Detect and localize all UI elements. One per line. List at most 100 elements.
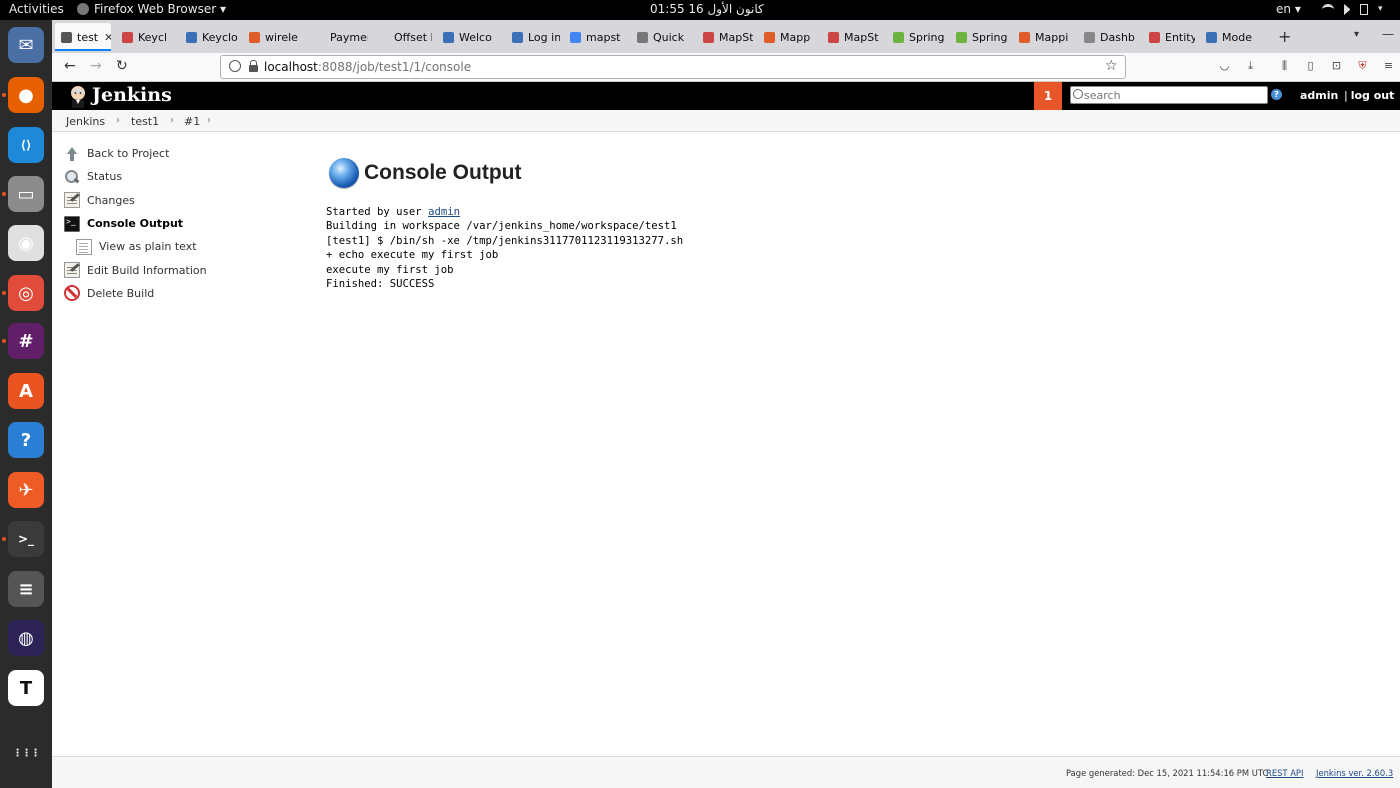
breadcrumb-test1[interactable]: test1 (131, 115, 159, 128)
downloads-icon[interactable]: ⤓ (1244, 59, 1257, 72)
browser-tab[interactable]: Payment (308, 23, 368, 51)
started-by-user-link[interactable]: admin (428, 206, 460, 218)
browser-tab[interactable]: Spring (887, 23, 945, 51)
document-icon (76, 238, 92, 255)
tab-label: MapSt (719, 30, 753, 44)
rest-api-link[interactable]: REST API (1266, 768, 1303, 778)
close-tab-icon[interactable]: ✕ (104, 31, 111, 44)
browser-tab[interactable]: MapSt (697, 23, 753, 51)
show-apps-launcher-icon[interactable]: ⋮⋮⋮ (8, 735, 44, 771)
chrome-launcher-icon[interactable]: ◎ (8, 275, 44, 311)
side-task-edit-build-information[interactable]: Edit Build Information (64, 258, 304, 281)
notification-badge[interactable]: 1 (1034, 82, 1062, 110)
site-info-icon[interactable] (229, 60, 241, 72)
clock[interactable]: كانون الأول 16 01:55 (650, 2, 764, 16)
help-launcher-icon[interactable]: ? (8, 422, 44, 458)
running-indicator (2, 339, 6, 343)
browser-tab[interactable]: Keyclo (180, 23, 240, 51)
browser-tab[interactable]: Entity (1143, 23, 1195, 51)
eclipse-launcher-icon[interactable]: ◍ (8, 620, 44, 656)
slack-launcher-icon[interactable]: # (8, 323, 44, 359)
back-arrow-icon[interactable]: ← (64, 58, 76, 74)
terminal-launcher-icon[interactable]: >_ (8, 521, 44, 557)
browser-tab[interactable]: Welco (437, 23, 501, 51)
breadcrumb-jenkins[interactable]: Jenkins (66, 115, 105, 128)
browser-tab[interactable]: Mode (1200, 23, 1262, 51)
browser-tab-strip: + ▾ — ✕ test ✕ Keycl Keyclo wirele Payment Off… (52, 20, 1400, 53)
breadcrumb-separator-icon[interactable]: › (207, 115, 211, 126)
browser-tab[interactable]: Spring (950, 23, 1008, 51)
search-input[interactable] (1084, 88, 1264, 102)
library-icon[interactable]: ⫼ (1278, 59, 1291, 72)
reload-icon[interactable]: ↻ (116, 58, 128, 74)
side-task-delete-build[interactable]: Delete Build (64, 282, 304, 305)
url-text[interactable]: localhost:8088/job/test1/1/console (264, 60, 471, 74)
tab-label: Mapp (780, 30, 811, 44)
help-icon[interactable]: ? (1271, 89, 1282, 100)
side-task-view-as-plain-text[interactable]: View as plain text (64, 235, 304, 258)
side-task-console-output[interactable]: Console Output (64, 212, 304, 235)
side-task-changes[interactable]: Changes (64, 189, 304, 212)
browser-tab[interactable]: wirele (243, 23, 303, 51)
app-menu[interactable]: Firefox Web Browser ▾ (77, 2, 226, 16)
side-task-back-to-project[interactable]: Back to Project (64, 142, 304, 165)
browser-tab[interactable]: Offset Ex (372, 23, 432, 51)
thunderbird-launcher-icon[interactable]: ✉ (8, 27, 44, 63)
screenshot-icon[interactable]: ⊡ (1330, 59, 1343, 72)
files-launcher-icon[interactable]: ▭ (8, 176, 44, 212)
browser-tab[interactable]: MapSt (822, 23, 882, 51)
new-tab-button[interactable]: + (1278, 27, 1291, 46)
search-box[interactable] (1070, 86, 1268, 104)
jenkins-butler-logo-icon[interactable] (66, 84, 90, 108)
ublock-shield-icon[interactable]: ⛨ (1356, 59, 1369, 72)
browser-tab[interactable]: Mappi (1013, 23, 1073, 51)
browser-tab[interactable]: Keycl (116, 23, 176, 51)
notes-launcher-icon[interactable]: ≡ (8, 571, 44, 607)
browser-tab[interactable]: Mapp (758, 23, 818, 51)
browser-tab[interactable]: Quick (631, 23, 693, 51)
url-bar[interactable]: localhost:8088/job/test1/1/console ☆ (220, 55, 1126, 79)
hamburger-menu-icon[interactable]: ≡ (1382, 59, 1395, 72)
console-line: execute my first job (326, 263, 454, 276)
breadcrumb-build[interactable]: #1 (184, 115, 200, 128)
running-indicator (2, 291, 6, 295)
browser-tab[interactable]: Dashb (1078, 23, 1138, 51)
jenkins-brand[interactable]: Jenkins (92, 84, 172, 106)
wifi-icon (1322, 4, 1334, 15)
tab-favicon-icon (570, 31, 581, 43)
system-tray[interactable]: ▾ (1322, 4, 1390, 15)
browser-tab[interactable]: test ✕ (55, 23, 111, 51)
bookmark-star-icon[interactable]: ☆ (1105, 58, 1118, 74)
tab-label: Offset Ex (394, 30, 432, 44)
pocket-icon[interactable]: ◡ (1218, 59, 1231, 72)
browser-tab[interactable]: Log in (506, 23, 560, 51)
vscode-launcher-icon[interactable]: ⟨⟩ (8, 127, 44, 163)
tab-favicon-icon (828, 31, 839, 43)
tab-label: Spring (972, 30, 1008, 44)
console-line: [test1] $ /bin/sh -xe /tmp/jenkins311770… (326, 234, 684, 247)
typora-launcher-icon[interactable]: T (8, 670, 44, 706)
window-minimize-button[interactable]: — (1382, 27, 1394, 41)
tab-favicon-icon (122, 31, 133, 43)
firefox-launcher-icon[interactable]: ● (8, 77, 44, 113)
jenkins-version-link[interactable]: Jenkins ver. 2.60.3 (1316, 768, 1393, 778)
language-indicator[interactable]: en ▾ (1276, 2, 1301, 16)
sidebar-icon[interactable]: ▯ (1304, 59, 1317, 72)
side-task-status[interactable]: Status (64, 165, 304, 188)
lock-icon (249, 60, 258, 72)
jenkins-header: Jenkins 1 ? admin |log out (52, 82, 1400, 110)
breadcrumb-separator-icon[interactable]: › (170, 115, 174, 126)
rhythmbox-launcher-icon[interactable]: ◉ (8, 225, 44, 261)
running-indicator (2, 192, 6, 196)
postman-launcher-icon[interactable]: ✈ (8, 472, 44, 508)
forward-arrow-icon[interactable]: → (90, 58, 102, 74)
tab-label: Keycl (138, 30, 168, 44)
breadcrumb-separator-icon[interactable]: › (116, 115, 120, 126)
logout-link[interactable]: | log out (1344, 89, 1394, 102)
activities-button[interactable]: Activities (9, 2, 64, 16)
list-all-tabs-button[interactable]: ▾ (1354, 29, 1359, 40)
software-launcher-icon[interactable]: A (8, 373, 44, 409)
user-link[interactable]: admin (1300, 89, 1338, 102)
tab-label: Dashb (1100, 30, 1135, 44)
browser-tab[interactable]: mapst (564, 23, 626, 51)
